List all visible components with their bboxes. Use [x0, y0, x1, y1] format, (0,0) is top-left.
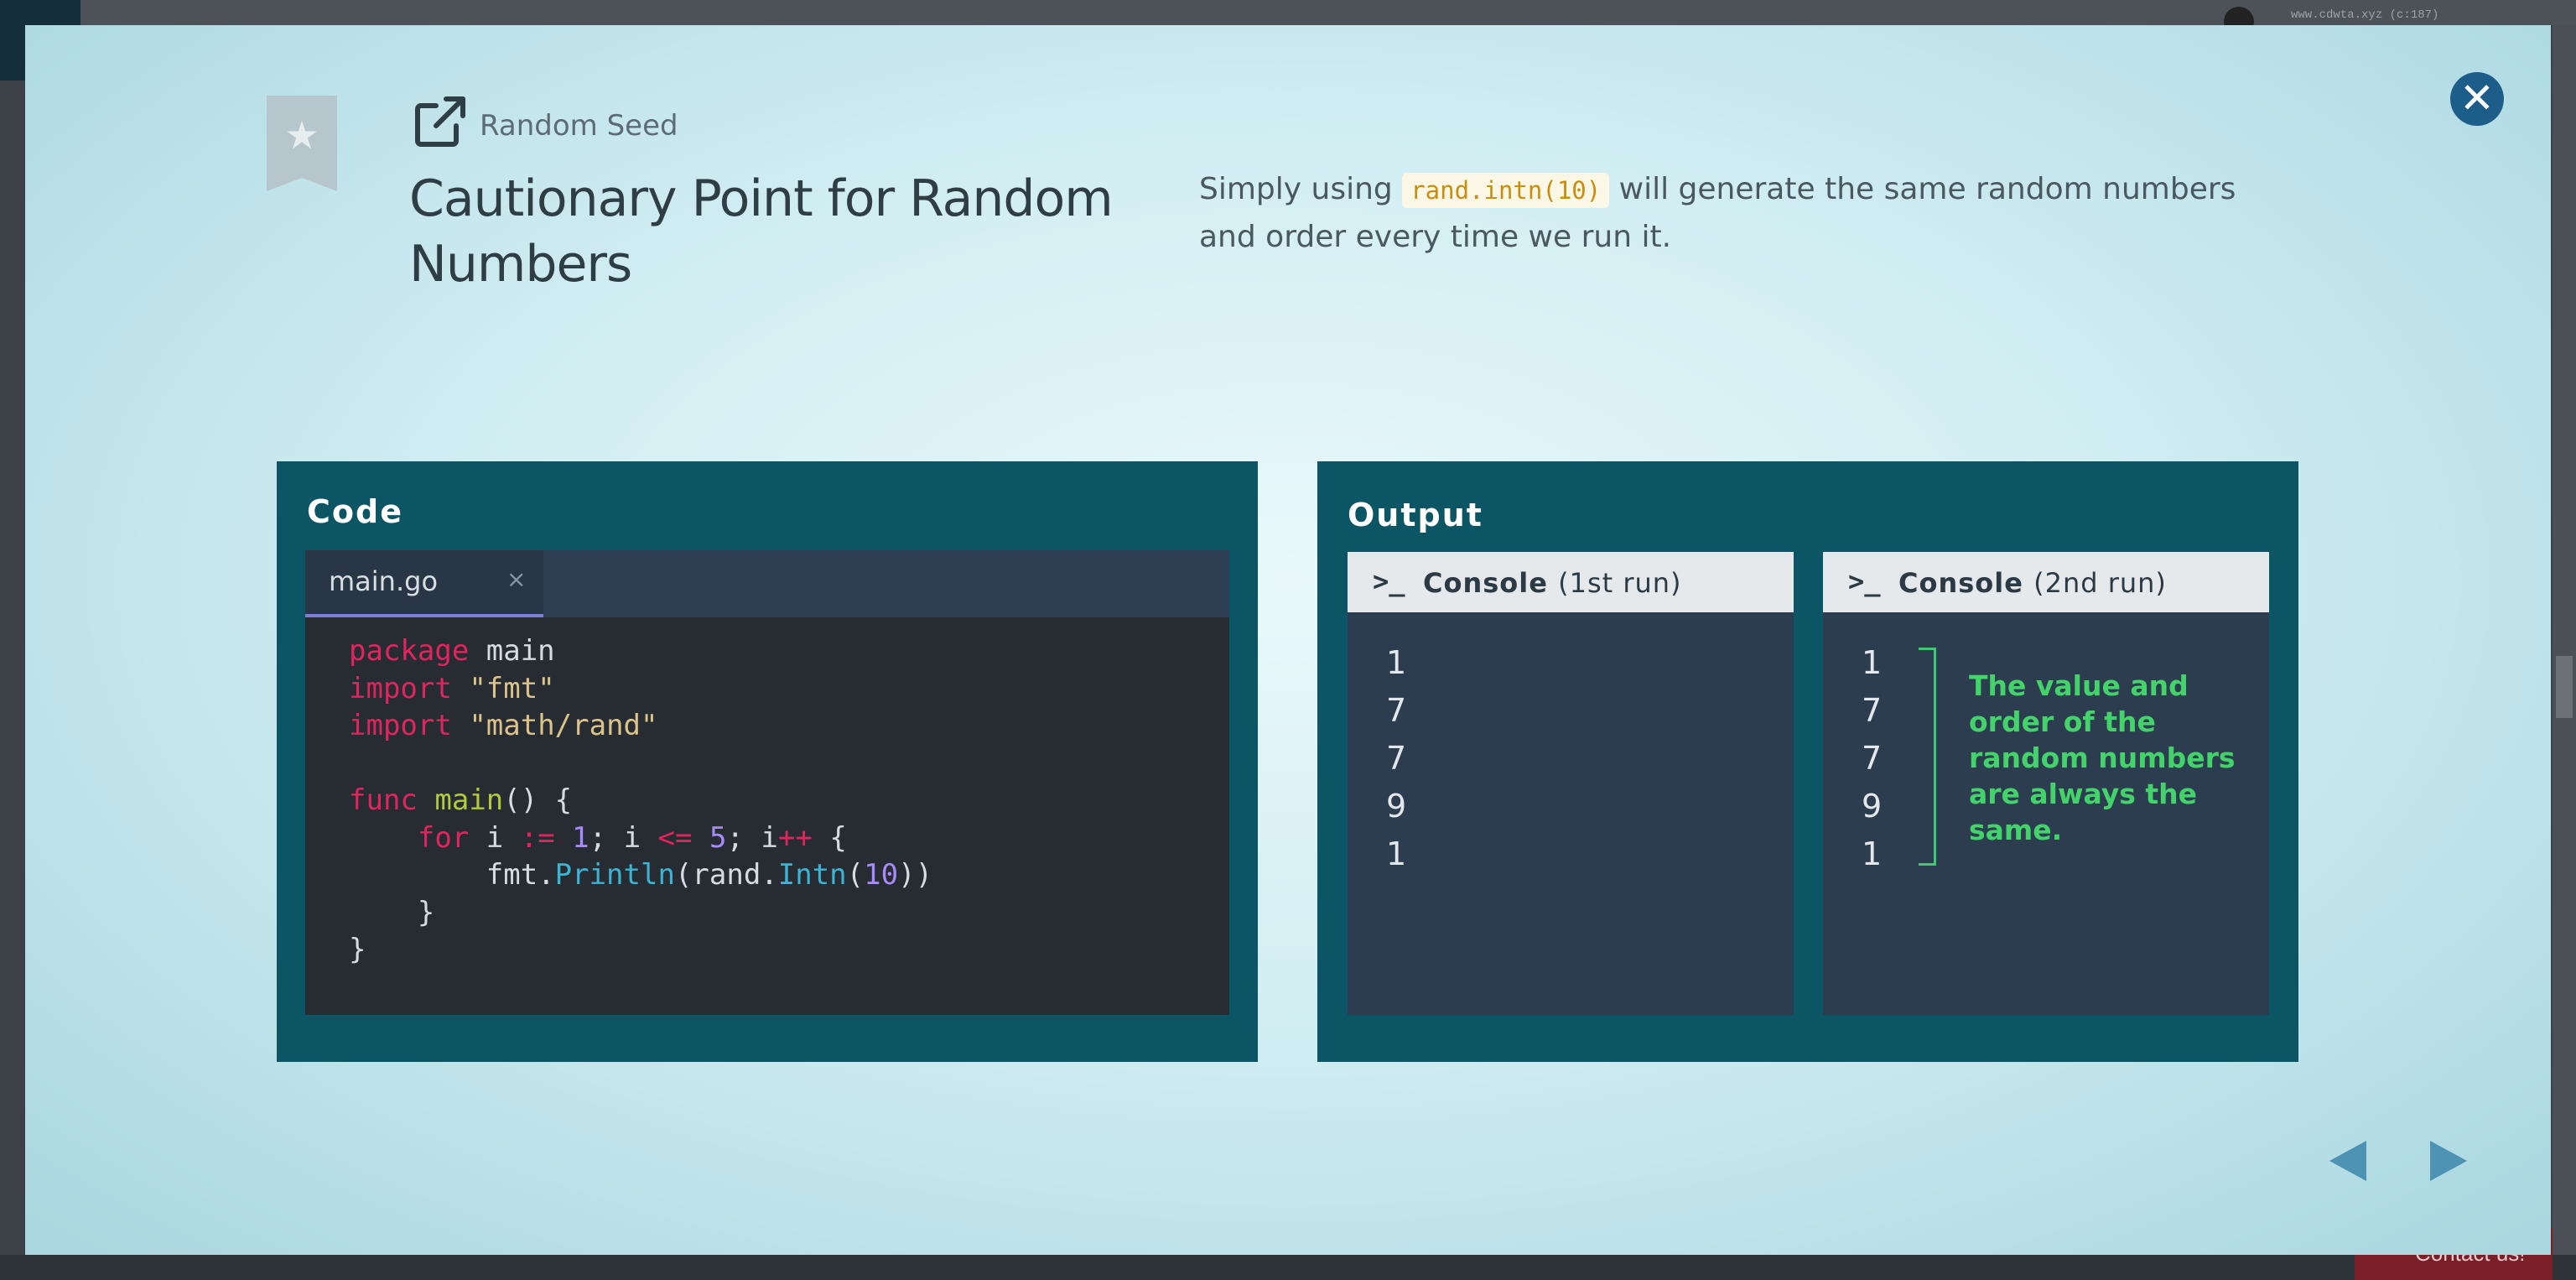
console-run-label: (2nd run)	[2033, 567, 2167, 599]
console-output: 1 7 7 9 1	[1862, 639, 1882, 878]
console-first-run: >_ Console (1st run) 1 7 7 9 1	[1348, 552, 1794, 1015]
code-panel: Code main.go × package main import "fmt"…	[277, 461, 1258, 1062]
output-line: 1	[1862, 644, 1883, 681]
code-line: import "fmt"	[349, 671, 555, 705]
console-run-label: (1st run)	[1558, 567, 1682, 599]
code-block: package main import "fmt" import "math/r…	[349, 632, 932, 969]
code-line: func main() {	[349, 783, 573, 817]
close-button[interactable]: ✕	[2450, 72, 2504, 126]
star-icon: ★	[284, 112, 319, 158]
bracket-annotation	[1919, 648, 1936, 866]
code-line: }	[349, 933, 366, 966]
external-link-icon[interactable]	[411, 92, 470, 151]
console-label: Console (1st run)	[1423, 567, 1682, 599]
code-line: import "math/rand"	[349, 709, 658, 742]
code-panel-title: Code	[307, 493, 403, 530]
description-text: Simply using	[1199, 172, 1403, 206]
editor-tab-bar: main.go ×	[305, 550, 1229, 617]
output-line: 1	[1386, 835, 1407, 872]
code-line: fmt.Println(rand.Intn(10))	[349, 858, 933, 892]
lesson-description: Simply using rand.intn(10) will generate…	[1199, 166, 2289, 261]
output-panel: Output >_ Console (1st run) 1 7 7 9 1 >_…	[1317, 461, 2298, 1062]
close-icon: ✕	[2459, 74, 2495, 122]
console-title: Console	[1898, 567, 2023, 599]
output-line: 1	[1386, 644, 1407, 681]
previous-button[interactable]	[2329, 1141, 2366, 1181]
code-line: }	[349, 895, 435, 929]
tab-main-go[interactable]: main.go ×	[305, 550, 543, 617]
terminal-prompt-icon: >_	[1373, 565, 1405, 597]
output-line: 7	[1862, 692, 1883, 729]
console-title: Console	[1423, 567, 1548, 599]
next-button[interactable]	[2430, 1141, 2467, 1181]
output-line: 7	[1862, 740, 1883, 777]
tab-close-icon[interactable]: ×	[506, 565, 526, 593]
lesson-modal: ★ Random Seed Cautionary Point for Rando…	[25, 25, 2551, 1255]
scrollbar-thumb[interactable]	[2556, 656, 2573, 718]
background-topbar: www.cdwta.xyz (c:187)	[0, 0, 2576, 81]
terminal-prompt-icon: >_	[1848, 565, 1881, 597]
output-line: 9	[1862, 788, 1883, 825]
output-line: 7	[1386, 692, 1407, 729]
console-header: >_ Console (2nd run)	[1823, 552, 2269, 612]
console-header: >_ Console (1st run)	[1348, 552, 1794, 612]
output-line: 1	[1862, 835, 1883, 872]
lesson-subtitle: Random Seed	[480, 109, 678, 143]
output-line: 7	[1386, 740, 1407, 777]
page-title: Cautionary Point for Random Numbers	[409, 169, 1114, 294]
code-line: package main	[349, 634, 555, 668]
page-scrollbar[interactable]	[2553, 25, 2576, 1255]
code-line: for i := 1; i <= 5; i++ {	[417, 820, 847, 855]
annotation-note: The value and order of the random number…	[1969, 669, 2236, 846]
output-panel-title: Output	[1348, 497, 1483, 533]
background-bottombar	[0, 1255, 2576, 1280]
output-line: 9	[1386, 788, 1407, 825]
url-text: www.cdwta.xyz (c:187)	[2291, 8, 2439, 22]
inline-code: rand.intn(10)	[1402, 173, 1610, 208]
code-editor: main.go × package main import "fmt" impo…	[305, 550, 1229, 1015]
console-label: Console (2nd run)	[1898, 567, 2167, 599]
console-output: 1 7 7 9 1	[1386, 639, 1406, 878]
console-second-run: >_ Console (2nd run) 1 7 7 9 1 The value…	[1823, 552, 2269, 1015]
bookmark-button[interactable]: ★	[267, 96, 337, 191]
tab-label: main.go	[329, 565, 439, 597]
